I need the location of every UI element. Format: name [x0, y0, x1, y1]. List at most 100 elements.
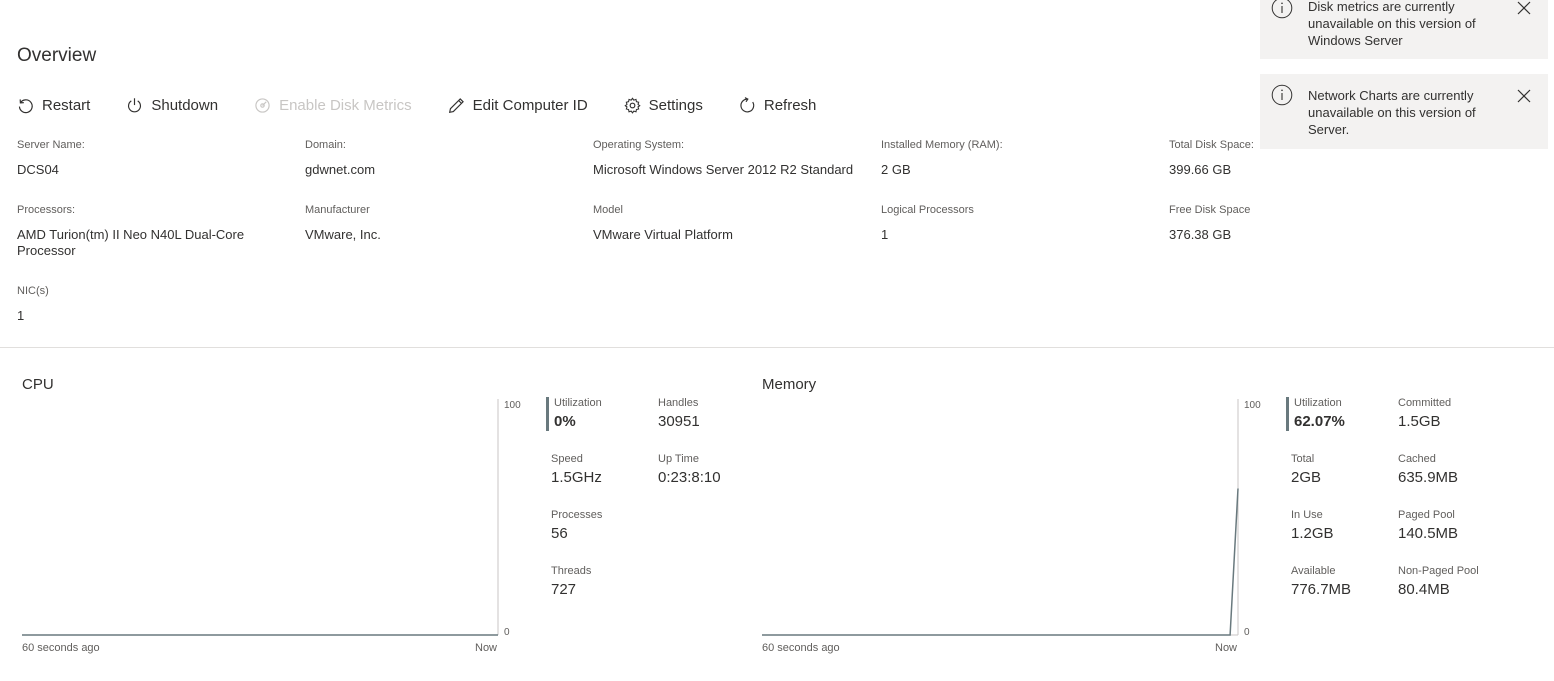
memory-in-use-label: In Use: [1291, 509, 1323, 521]
logical-processors-value: 1: [881, 227, 889, 242]
os-value: Microsoft Windows Server 2012 R2 Standar…: [593, 162, 854, 177]
cpu-speed-label: Speed: [551, 453, 583, 465]
logical-processors-property: Logical Processors 1: [881, 203, 1151, 243]
enable-disk-metrics-button[interactable]: Enable Disk Metrics: [254, 97, 412, 114]
processors-value: AMD Turion(tm) II Neo N40L Dual-Core Pro…: [17, 227, 245, 258]
ram-label: Installed Memory (RAM):: [881, 139, 1003, 151]
edit-computer-id-button[interactable]: Edit Computer ID: [448, 97, 588, 114]
nics-value: 1: [17, 308, 25, 323]
cpu-x-end: Now: [475, 642, 498, 654]
memory-cached-label: Cached: [1398, 453, 1436, 465]
ram-property: Installed Memory (RAM): 2 GB: [881, 138, 1151, 178]
cpu-processes-label: Processes: [551, 509, 603, 521]
cpu-threads-label: Threads: [551, 565, 592, 577]
memory-in-use-value: 1.2GB: [1291, 525, 1334, 542]
processors-label: Processors:: [17, 204, 76, 216]
os-label: Operating System:: [593, 139, 685, 151]
disk-icon: [255, 97, 270, 113]
cpu-threads-stat: Threads 727: [551, 565, 661, 599]
cpu-chart: 100 0: [22, 397, 552, 641]
server-name-label: Server Name:: [17, 139, 85, 151]
memory-available-value: 776.7MB: [1291, 581, 1352, 598]
cpu-speed-value: 1.5GHz: [551, 469, 602, 486]
settings-button[interactable]: Settings: [624, 97, 703, 114]
manufacturer-label: Manufacturer: [305, 204, 370, 216]
model-value: VMware Virtual Platform: [593, 227, 733, 242]
close-icon[interactable]: [1517, 89, 1531, 103]
cpu-axis-max: 100: [504, 400, 521, 411]
memory-non-paged-pool-label: Non-Paged Pool: [1398, 565, 1479, 577]
memory-committed-value: 1.5GB: [1398, 413, 1441, 430]
restart-label: Restart: [42, 96, 91, 114]
total-disk-label: Total Disk Space:: [1169, 139, 1254, 151]
server-name-property: Server Name: DCS04: [17, 138, 287, 178]
cpu-handles-label: Handles: [658, 397, 699, 409]
model-property: Model VMware Virtual Platform: [593, 203, 863, 243]
shutdown-button[interactable]: Shutdown: [126, 97, 218, 114]
memory-chart-title: Memory: [762, 376, 817, 393]
memory-chart: 100 0: [762, 397, 1292, 641]
notification-text: Network Charts are currently unavailable…: [1308, 88, 1476, 137]
os-property: Operating System: Microsoft Windows Serv…: [593, 138, 863, 178]
free-disk-property: Free Disk Space 376.38 GB: [1169, 203, 1269, 243]
restart-button[interactable]: Restart: [17, 97, 90, 114]
server-name-value: DCS04: [17, 162, 59, 177]
memory-paged-pool-value: 140.5MB: [1398, 525, 1459, 542]
memory-axis-min: 0: [1244, 627, 1250, 638]
free-disk-label: Free Disk Space: [1169, 204, 1251, 216]
page-title: Overview: [17, 45, 97, 66]
memory-x-end: Now: [1215, 642, 1238, 654]
info-icon: [1271, 84, 1293, 106]
memory-total-label: Total: [1291, 453, 1315, 465]
memory-utilization-label: Utilization: [1294, 397, 1342, 409]
cpu-chart-svg: 100 0: [22, 399, 521, 638]
cpu-chart-title: CPU: [22, 376, 54, 393]
memory-utilization-stat: Utilization 62.07%: [1286, 397, 1396, 431]
memory-available-label: Available: [1291, 565, 1336, 577]
nics-property: NIC(s) 1: [17, 284, 287, 324]
memory-cached-stat: Cached 635.9MB: [1398, 453, 1508, 487]
total-disk-value: 399.66 GB: [1169, 162, 1232, 177]
memory-in-use-stat: In Use 1.2GB: [1291, 509, 1401, 543]
gear-icon: [624, 96, 641, 114]
model-label: Model: [593, 204, 623, 216]
settings-label: Settings: [648, 96, 703, 114]
shutdown-label: Shutdown: [151, 96, 219, 114]
memory-utilization-value: 62.07%: [1294, 413, 1345, 430]
cpu-processes-value: 56: [551, 525, 568, 542]
memory-series-line: [762, 488, 1239, 636]
manufacturer-value: VMware, Inc.: [305, 227, 381, 242]
ram-value: 2 GB: [881, 162, 911, 177]
nics-label: NIC(s): [17, 285, 49, 297]
notification-text: Disk metrics are currently unavailable o…: [1308, 0, 1476, 48]
cpu-utilization-stat: Utilization 0%: [546, 397, 656, 431]
manufacturer-property: Manufacturer VMware, Inc.: [305, 203, 575, 243]
notification-network-charts: Network Charts are currently unavailable…: [1260, 74, 1548, 149]
enable-disk-metrics-label: Enable Disk Metrics: [279, 96, 412, 114]
memory-committed-label: Committed: [1398, 397, 1452, 409]
logical-processors-label: Logical Processors: [881, 204, 974, 216]
cpu-utilization-label: Utilization: [554, 397, 602, 409]
section-divider: [0, 347, 1554, 348]
memory-committed-stat: Committed 1.5GB: [1398, 397, 1508, 431]
memory-cached-value: 635.9MB: [1398, 469, 1459, 486]
cpu-handles-stat: Handles 30951: [658, 397, 768, 431]
cpu-uptime-stat: Up Time 0:23:8:10: [658, 453, 768, 487]
memory-chart-svg: 100 0: [762, 399, 1261, 638]
restart-icon: [18, 98, 33, 113]
cpu-utilization-value: 0%: [554, 413, 576, 430]
refresh-label: Refresh: [763, 96, 817, 114]
cpu-processes-stat: Processes 56: [551, 509, 661, 543]
domain-label: Domain:: [305, 139, 346, 151]
memory-x-start: 60 seconds ago: [762, 642, 840, 654]
cpu-x-start: 60 seconds ago: [22, 642, 100, 654]
pencil-icon: [448, 97, 464, 113]
edit-computer-id-label: Edit Computer ID: [472, 96, 588, 114]
info-icon: [1271, 0, 1293, 19]
cpu-axis-min: 0: [504, 627, 510, 638]
refresh-button[interactable]: Refresh: [739, 96, 817, 114]
close-icon[interactable]: [1517, 1, 1531, 15]
processors-property: Processors: AMD Turion(tm) II Neo N40L D…: [17, 203, 267, 259]
cpu-speed-stat: Speed 1.5GHz: [551, 453, 661, 487]
memory-paged-pool-label: Paged Pool: [1398, 509, 1455, 521]
